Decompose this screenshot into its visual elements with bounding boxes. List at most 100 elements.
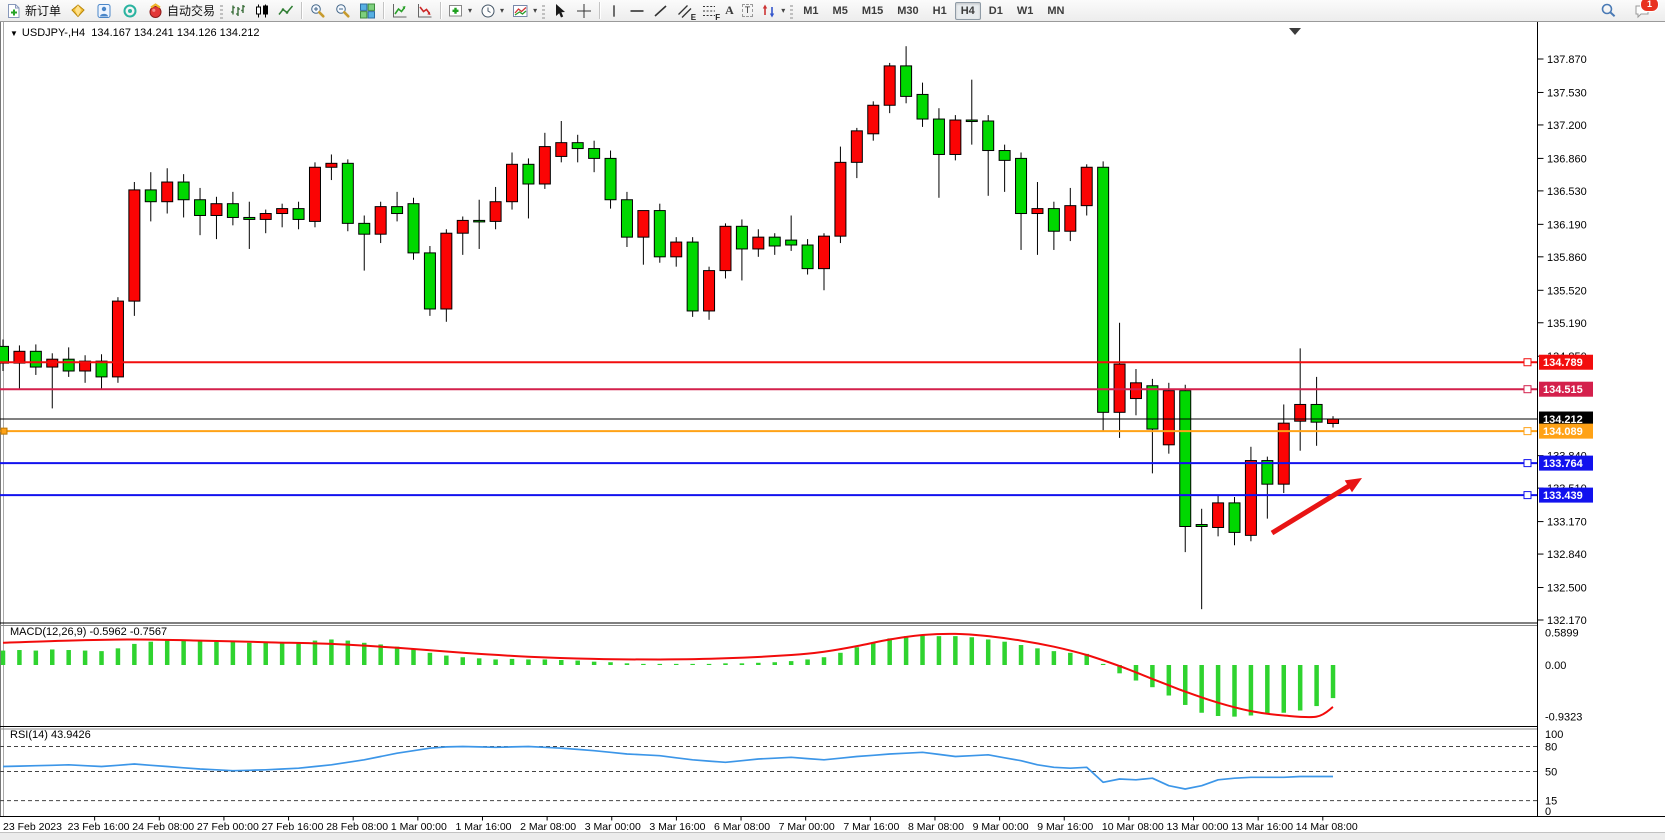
line-handle[interactable]: [1524, 460, 1531, 467]
line-handle[interactable]: [1524, 492, 1531, 499]
market-person-icon: [95, 3, 113, 19]
svg-text:23 Feb 2023: 23 Feb 2023: [3, 821, 62, 832]
fibonacci-tool-button[interactable]: F: [697, 0, 721, 22]
timeframe-H1[interactable]: H1: [927, 2, 953, 20]
tile-windows-button[interactable]: [355, 0, 380, 22]
auto-trading-label: 自动交易: [167, 2, 215, 19]
svg-text:135.860: 135.860: [1547, 252, 1587, 264]
profit-up-icon: [391, 3, 408, 19]
svg-text:-0.9323: -0.9323: [1545, 712, 1582, 724]
svg-text:132.500: 132.500: [1547, 583, 1587, 595]
arrows-tool-button[interactable]: ▾: [757, 0, 789, 22]
time-axis: 23 Feb 202323 Feb 16:0024 Feb 08:0027 Fe…: [3, 817, 1358, 833]
timeframe-H4[interactable]: H4: [955, 2, 981, 20]
zoom-out-button[interactable]: [330, 0, 355, 22]
profit-down-icon: [416, 3, 433, 19]
svg-text:135.520: 135.520: [1547, 285, 1587, 297]
svg-text:136.860: 136.860: [1547, 153, 1587, 165]
new-chart-button[interactable]: ▾: [444, 0, 476, 22]
main-toolbar: 新订单 自动交易 ▾ ▾: [0, 0, 1665, 22]
svg-text:133.764: 133.764: [1543, 458, 1584, 470]
collapse-triangle-icon[interactable]: ▼: [10, 29, 18, 38]
timeframe-M30[interactable]: M30: [891, 2, 924, 20]
indicator-axes: 0.58990.00-0.93231008050150: [1545, 627, 1582, 818]
profit-chart-button[interactable]: [387, 0, 412, 22]
toolbar-separator: [301, 2, 302, 19]
new-order-icon: [6, 3, 22, 19]
timeframe-M1[interactable]: M1: [797, 2, 824, 20]
arrows-icon: [761, 3, 777, 19]
svg-text:0.5899: 0.5899: [1545, 627, 1579, 639]
text-label-icon: T: [742, 4, 754, 17]
toolbar-grip: [542, 3, 545, 19]
chevron-down-icon: ▾: [468, 6, 472, 15]
horizontal-line-icon: [629, 3, 645, 19]
svg-text:137.530: 137.530: [1547, 87, 1587, 99]
chevron-down-icon: ▾: [533, 6, 537, 15]
macd-indicator-label: MACD(12,26,9) -0.5962 -0.7567: [10, 626, 167, 638]
svg-text:132.170: 132.170: [1547, 615, 1587, 627]
timeframe-D1[interactable]: D1: [983, 2, 1009, 20]
trend-arrow-annotation[interactable]: [1272, 478, 1362, 533]
svg-text:27 Feb 16:00: 27 Feb 16:00: [262, 821, 324, 832]
svg-text:13 Mar 16:00: 13 Mar 16:00: [1231, 821, 1293, 832]
svg-text:8 Mar 08:00: 8 Mar 08:00: [908, 821, 964, 832]
line-chart-icon: [278, 3, 294, 19]
svg-text:27 Feb 00:00: 27 Feb 00:00: [197, 821, 259, 832]
toolbar-right: 1: [1596, 0, 1665, 22]
timeframe-W1[interactable]: W1: [1011, 2, 1040, 20]
svg-text:132.840: 132.840: [1547, 549, 1587, 561]
line-chart-button[interactable]: [274, 0, 298, 22]
svg-text:133.170: 133.170: [1547, 517, 1587, 529]
vertical-line-tool-button[interactable]: [603, 0, 625, 22]
svg-text:9 Mar 16:00: 9 Mar 16:00: [1037, 821, 1093, 832]
channel-tool-button[interactable]: E: [673, 0, 697, 22]
candlestick-chart-button[interactable]: [250, 0, 274, 22]
chart-window[interactable]: 137.870137.530137.200136.860136.530136.1…: [0, 22, 1665, 832]
crosshair-tool-button[interactable]: [572, 0, 596, 22]
chart-shift-marker-icon: [1289, 28, 1301, 35]
loss-chart-button[interactable]: [412, 0, 437, 22]
cursor-icon: [552, 3, 568, 19]
periods-button[interactable]: ▾: [476, 0, 508, 22]
main-chart-svg[interactable]: 137.870137.530137.200136.860136.530136.1…: [0, 22, 1665, 832]
signal-icon: [121, 3, 139, 19]
templates-button[interactable]: ▾: [508, 0, 541, 22]
chart-title: ▼USDJPY-,H4 134.167 134.241 134.126 134.…: [10, 27, 259, 39]
bar-chart-button[interactable]: [226, 0, 250, 22]
timeframe-M15[interactable]: M15: [856, 2, 889, 20]
timeframe-MN[interactable]: MN: [1041, 2, 1070, 20]
channel-letter: E: [691, 13, 696, 22]
notifications-button[interactable]: 1: [1629, 0, 1655, 22]
text-tool-icon: A: [725, 3, 734, 18]
new-order-button[interactable]: 新订单: [2, 0, 65, 22]
timeframe-M5[interactable]: M5: [827, 2, 854, 20]
svg-text:13 Mar 00:00: 13 Mar 00:00: [1167, 821, 1229, 832]
notification-badge: 1: [1640, 0, 1659, 12]
cursor-tool-button[interactable]: [548, 0, 572, 22]
zoom-in-button[interactable]: [305, 0, 330, 22]
text-label-tool-button[interactable]: T: [738, 0, 758, 22]
line-handle[interactable]: [1524, 386, 1531, 393]
svg-text:2 Mar 08:00: 2 Mar 08:00: [520, 821, 576, 832]
text-tool-button[interactable]: A: [721, 0, 738, 22]
svg-text:28 Feb 08:00: 28 Feb 08:00: [326, 821, 388, 832]
favorites-button[interactable]: [65, 0, 91, 22]
svg-text:134.515: 134.515: [1543, 384, 1583, 396]
market-button[interactable]: [91, 0, 117, 22]
search-button[interactable]: [1596, 0, 1621, 22]
svg-text:137.200: 137.200: [1547, 120, 1587, 132]
trendline-tool-button[interactable]: [649, 0, 673, 22]
candles-layer: [0, 46, 1339, 609]
svg-text:23 Feb 16:00: 23 Feb 16:00: [68, 821, 130, 832]
line-handle[interactable]: [1524, 428, 1531, 435]
auto-trading-button[interactable]: 自动交易: [143, 0, 219, 22]
line-handle[interactable]: [1524, 359, 1531, 366]
macd-pane: [3, 634, 1333, 717]
svg-text:10 Mar 08:00: 10 Mar 08:00: [1102, 821, 1164, 832]
svg-text:1 Mar 16:00: 1 Mar 16:00: [455, 821, 511, 832]
clock-icon: [480, 3, 496, 19]
signals-button[interactable]: [117, 0, 143, 22]
rsi-pane: [0, 747, 1538, 801]
horizontal-line-tool-button[interactable]: [625, 0, 649, 22]
